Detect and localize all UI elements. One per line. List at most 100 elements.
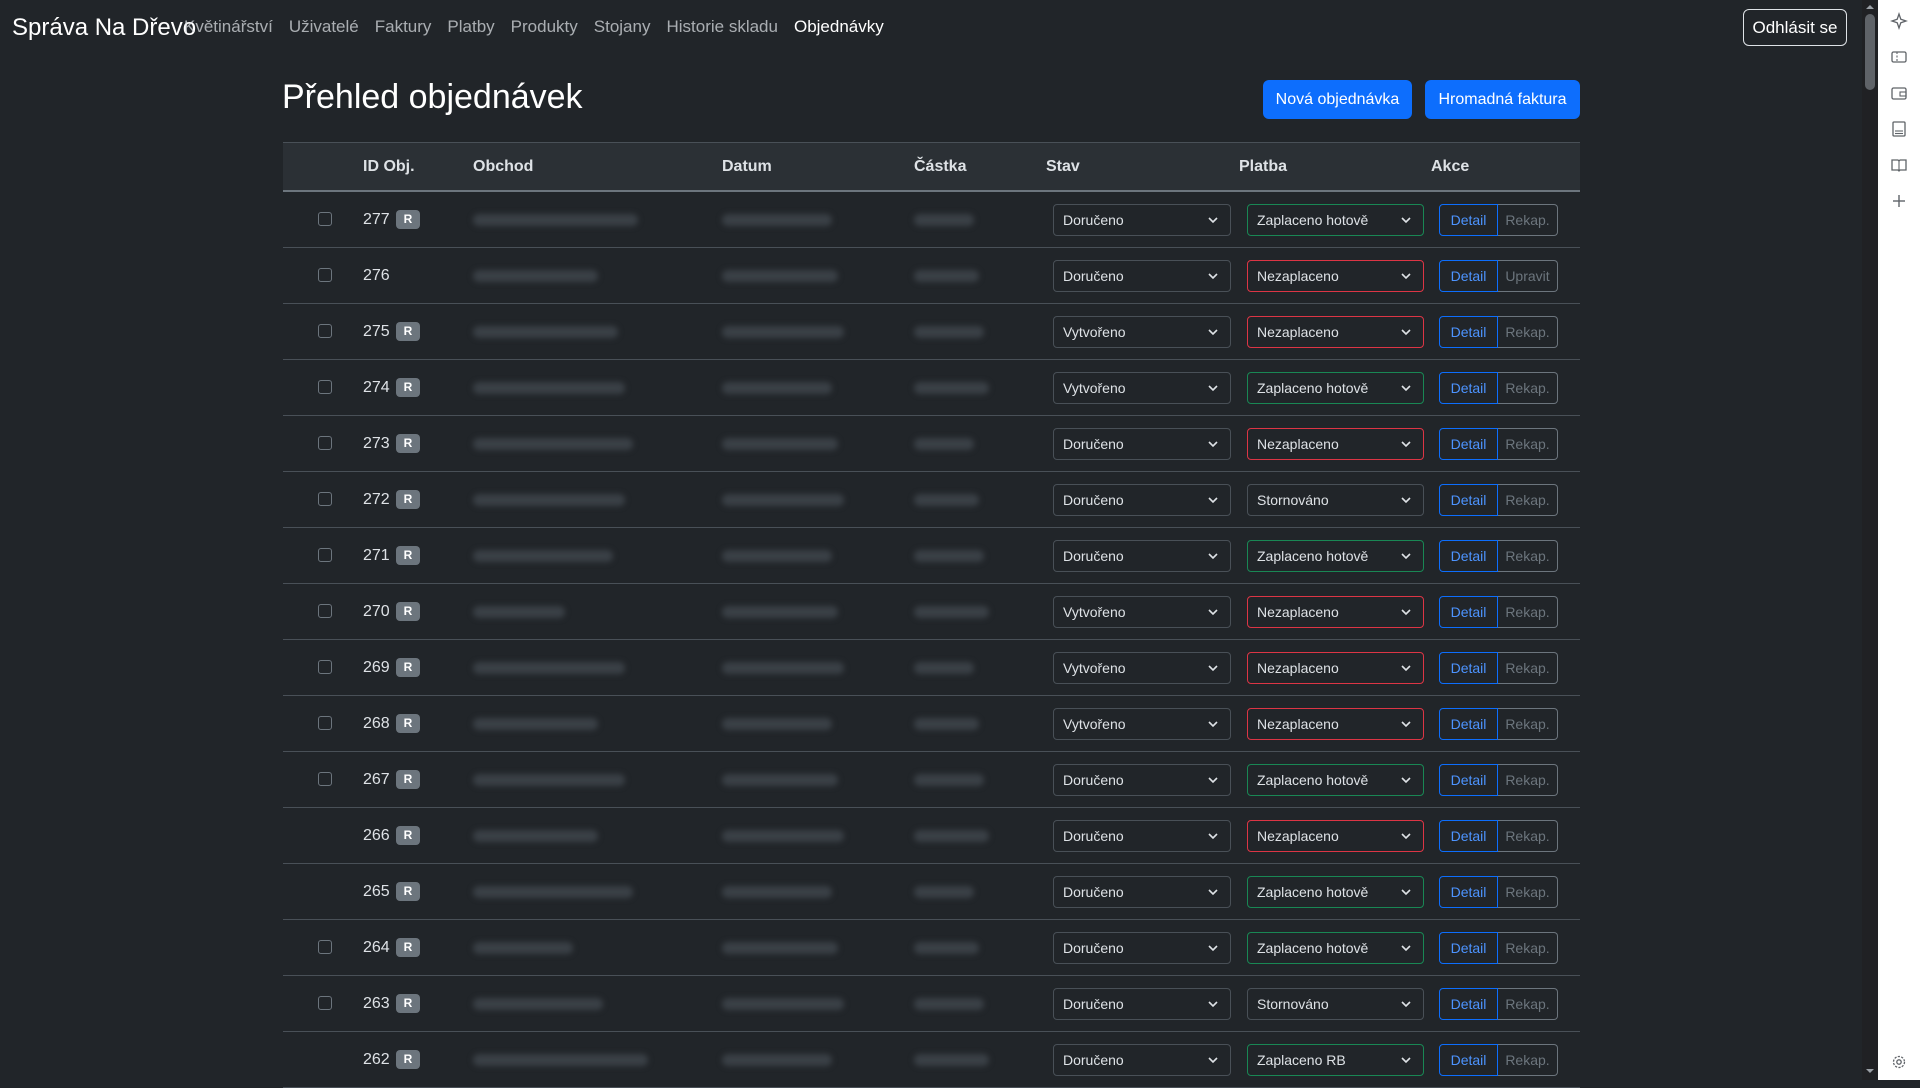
- detail-button[interactable]: Detail: [1439, 372, 1498, 404]
- gear-icon[interactable]: [1890, 1053, 1908, 1071]
- recap-button[interactable]: Rekap.: [1498, 316, 1558, 348]
- recap-button[interactable]: Rekap.: [1498, 1044, 1558, 1076]
- order-state-select[interactable]: Vytvořeno: [1053, 708, 1231, 740]
- row-select-checkbox[interactable]: [318, 436, 332, 450]
- row-select-checkbox[interactable]: [318, 380, 332, 394]
- payment-status-select[interactable]: Nezaplaceno: [1247, 820, 1424, 852]
- order-state-select[interactable]: Vytvořeno: [1053, 372, 1231, 404]
- order-state-select[interactable]: Vytvořeno: [1053, 652, 1231, 684]
- row-select-checkbox[interactable]: [318, 604, 332, 618]
- detail-button[interactable]: Detail: [1439, 876, 1498, 908]
- payment-status-select[interactable]: Zaplaceno RB: [1247, 1044, 1424, 1076]
- row-select-checkbox[interactable]: [318, 940, 332, 954]
- order-state-select[interactable]: Doručeno: [1053, 764, 1231, 796]
- row-select-checkbox[interactable]: [318, 324, 332, 338]
- add-icon[interactable]: [1890, 192, 1908, 210]
- row-select-checkbox[interactable]: [318, 212, 332, 226]
- order-state-select[interactable]: Doručeno: [1053, 820, 1231, 852]
- recap-button[interactable]: Rekap.: [1498, 652, 1558, 684]
- detail-button[interactable]: Detail: [1439, 484, 1498, 516]
- order-state-select[interactable]: Doručeno: [1053, 876, 1231, 908]
- payment-status-select[interactable]: Zaplaceno hotově: [1247, 540, 1424, 572]
- payment-status-select[interactable]: Nezaplaceno: [1247, 316, 1424, 348]
- row-select-checkbox[interactable]: [318, 660, 332, 674]
- order-state-select[interactable]: Vytvořeno: [1053, 316, 1231, 348]
- row-select-checkbox[interactable]: [318, 548, 332, 562]
- payment-status-select[interactable]: Zaplaceno hotově: [1247, 204, 1424, 236]
- recap-button[interactable]: Rekap.: [1498, 596, 1558, 628]
- detail-button[interactable]: Detail: [1439, 764, 1498, 796]
- logout-button[interactable]: Odhlásit se: [1743, 9, 1847, 46]
- recap-button[interactable]: Rekap.: [1498, 820, 1558, 852]
- payment-status-select[interactable]: Stornováno: [1247, 988, 1424, 1020]
- row-select-checkbox[interactable]: [318, 716, 332, 730]
- order-state-select[interactable]: Doručeno: [1053, 428, 1231, 460]
- detail-button[interactable]: Detail: [1439, 428, 1498, 460]
- detail-button[interactable]: Detail: [1439, 260, 1498, 292]
- nav-link-produkty[interactable]: Produkty: [511, 17, 578, 37]
- payment-status-select[interactable]: Nezaplaceno: [1247, 708, 1424, 740]
- reading-book-icon[interactable]: [1890, 156, 1908, 174]
- row-select-checkbox[interactable]: [318, 772, 332, 786]
- payment-status-select[interactable]: Nezaplaceno: [1247, 428, 1424, 460]
- detail-button[interactable]: Detail: [1439, 932, 1498, 964]
- bulk-invoice-button[interactable]: Hromadná faktura: [1425, 80, 1580, 119]
- ticket-icon[interactable]: [1890, 48, 1908, 66]
- payment-status-select[interactable]: Zaplaceno hotově: [1247, 932, 1424, 964]
- detail-button[interactable]: Detail: [1439, 316, 1498, 348]
- row-select-checkbox[interactable]: [318, 492, 332, 506]
- payment-status-select[interactable]: Nezaplaceno: [1247, 652, 1424, 684]
- payment-status-select[interactable]: Zaplaceno hotově: [1247, 764, 1424, 796]
- nav-link-kvetinarstvi[interactable]: Květinářství: [184, 17, 273, 37]
- payment-status-select[interactable]: Stornováno: [1247, 484, 1424, 516]
- detail-button[interactable]: Detail: [1439, 820, 1498, 852]
- recap-button[interactable]: Rekap.: [1498, 428, 1558, 460]
- order-state-select[interactable]: Doručeno: [1053, 484, 1231, 516]
- order-state-select[interactable]: Doručeno: [1053, 260, 1231, 292]
- nav-link-stojany[interactable]: Stojany: [594, 17, 651, 37]
- order-state-select[interactable]: Doručeno: [1053, 1044, 1231, 1076]
- nav-link-historie-skladu[interactable]: Historie skladu: [666, 17, 778, 37]
- recap-button[interactable]: Rekap.: [1498, 764, 1558, 796]
- payment-status-select[interactable]: Nezaplaceno: [1247, 260, 1424, 292]
- nav-link-uzivatele[interactable]: Uživatelé: [289, 17, 359, 37]
- detail-button[interactable]: Detail: [1439, 652, 1498, 684]
- nav-link-faktury[interactable]: Faktury: [375, 17, 432, 37]
- nav-link-platby[interactable]: Platby: [447, 17, 494, 37]
- detail-button[interactable]: Detail: [1439, 596, 1498, 628]
- detail-button[interactable]: Detail: [1439, 708, 1498, 740]
- order-state-select[interactable]: Vytvořeno: [1053, 596, 1231, 628]
- recap-button[interactable]: Rekap.: [1498, 876, 1558, 908]
- detail-button[interactable]: Detail: [1439, 540, 1498, 572]
- wallet-icon[interactable]: [1890, 84, 1908, 102]
- recap-button[interactable]: Rekap.: [1498, 484, 1558, 516]
- payment-status-select[interactable]: Zaplaceno hotově: [1247, 876, 1424, 908]
- recap-button[interactable]: Rekap.: [1498, 204, 1558, 236]
- order-state-select[interactable]: Doručeno: [1053, 932, 1231, 964]
- order-state-select[interactable]: Doručeno: [1053, 988, 1231, 1020]
- payment-status-select[interactable]: Zaplaceno hotově: [1247, 372, 1424, 404]
- new-order-button[interactable]: Nová objednávka: [1263, 80, 1412, 119]
- edit-button[interactable]: Upravit: [1498, 260, 1558, 292]
- payment-status-select[interactable]: Nezaplaceno: [1247, 596, 1424, 628]
- row-select-checkbox[interactable]: [318, 996, 332, 1010]
- scroll-thumb[interactable]: [1865, 14, 1875, 90]
- recap-button[interactable]: Rekap.: [1498, 708, 1558, 740]
- detail-button[interactable]: Detail: [1439, 204, 1498, 236]
- recap-button[interactable]: Rekap.: [1498, 540, 1558, 572]
- scroll-down-arrow-icon[interactable]: [1865, 1066, 1875, 1076]
- order-state-select[interactable]: Doručeno: [1053, 204, 1231, 236]
- detail-button[interactable]: Detail: [1439, 1044, 1498, 1076]
- recap-button[interactable]: Rekap.: [1498, 988, 1558, 1020]
- row-select-checkbox[interactable]: [318, 268, 332, 282]
- sparkle-icon[interactable]: [1890, 12, 1908, 30]
- scroll-up-arrow-icon[interactable]: [1865, 2, 1875, 12]
- nav-link-objednavky[interactable]: Objednávky: [794, 17, 884, 37]
- recap-button[interactable]: Rekap.: [1498, 372, 1558, 404]
- order-state-select[interactable]: Doručeno: [1053, 540, 1231, 572]
- brand-logo[interactable]: Správa Na Dřevo: [12, 14, 196, 42]
- recap-button[interactable]: Rekap.: [1498, 932, 1558, 964]
- vertical-scrollbar[interactable]: [1862, 0, 1878, 1080]
- save-page-icon[interactable]: [1890, 120, 1908, 138]
- detail-button[interactable]: Detail: [1439, 988, 1498, 1020]
